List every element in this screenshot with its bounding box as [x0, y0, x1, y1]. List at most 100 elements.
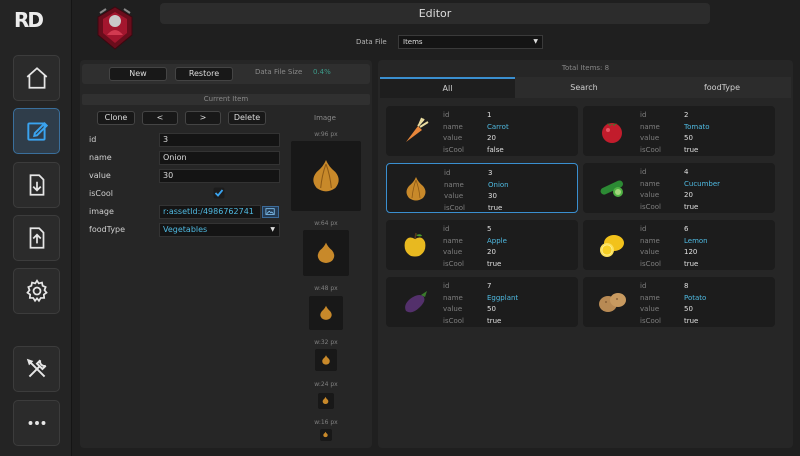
item-card[interactable]: id 6 name Lemon value 120 isCool true — [583, 220, 775, 270]
delete-button[interactable]: Delete — [228, 111, 266, 125]
item-key-value: value — [640, 191, 660, 199]
cucumber-icon — [600, 180, 623, 197]
item-value: 50 — [487, 305, 496, 313]
item-id: 3 — [488, 169, 493, 177]
item-iscool: true — [684, 145, 699, 154]
item-card[interactable]: id 5 name Apple value 20 isCool true — [386, 220, 578, 270]
item-iscool: true — [487, 316, 502, 325]
preview-size-label: w:64 px — [314, 220, 338, 227]
item-id: 2 — [684, 111, 689, 119]
item-card[interactable]: id 2 name Tomato value 50 isCool true — [583, 106, 775, 156]
item-name: Apple — [487, 236, 507, 245]
item-key-value: value — [443, 248, 463, 256]
item-value: 50 — [684, 134, 693, 142]
tab-all[interactable]: All — [380, 77, 515, 98]
onion-icon — [406, 177, 426, 201]
item-key-name: name — [640, 122, 660, 131]
foodtype-label: foodType — [89, 225, 126, 234]
tools-button[interactable] — [13, 346, 60, 392]
item-key-value: value — [640, 134, 660, 142]
item-name: Lemon — [684, 236, 708, 245]
item-iscool: true — [488, 203, 503, 212]
iscool-checkbox[interactable] — [213, 187, 225, 199]
name-field[interactable]: Onion — [159, 151, 280, 165]
image-preview-title: Image — [314, 114, 336, 122]
tools-icon — [26, 358, 46, 378]
editor-button[interactable] — [13, 108, 60, 154]
preview-96 — [291, 141, 361, 211]
item-key-name: name — [443, 236, 463, 245]
value-field[interactable]: 30 — [159, 169, 280, 183]
sidebar: RD — [0, 0, 72, 456]
data-file-size-label: Data File Size — [255, 68, 303, 76]
potato-icon — [599, 293, 626, 312]
item-iscool: true — [487, 259, 502, 268]
item-id: 6 — [684, 225, 689, 233]
id-label: id — [89, 135, 97, 144]
item-id: 8 — [684, 282, 689, 290]
apple-icon — [404, 232, 426, 257]
item-key-name: name — [640, 293, 660, 302]
item-key-isCool: isCool — [443, 259, 464, 268]
settings-button[interactable] — [13, 268, 60, 314]
more-icon — [28, 421, 45, 425]
restore-button[interactable]: Restore — [175, 67, 233, 81]
image-label: image — [89, 207, 114, 216]
value-label: value — [89, 171, 111, 180]
data-file-label: Data File — [356, 38, 387, 46]
item-key-value: value — [444, 192, 464, 200]
name-label: name — [89, 153, 112, 162]
home-button[interactable] — [13, 55, 60, 101]
data-file-value: Items — [403, 38, 423, 46]
item-value: 20 — [487, 248, 496, 256]
eggplant-icon — [405, 291, 427, 313]
item-name: Onion — [488, 180, 509, 189]
item-value: 20 — [487, 134, 496, 142]
item-key-id: id — [640, 282, 647, 290]
next-item-button[interactable]: > — [185, 111, 221, 125]
item-name: Cucumber — [684, 179, 721, 188]
more-button[interactable] — [13, 400, 60, 446]
item-card[interactable]: id 3 name Onion value 30 isCool true — [386, 163, 578, 213]
edit-icon — [26, 122, 48, 141]
item-key-name: name — [443, 122, 463, 131]
onion-icon — [317, 242, 335, 263]
preview-size-label: w:96 px — [314, 131, 338, 138]
previous-item-button[interactable]: < — [142, 111, 178, 125]
image-field[interactable]: r:assetId:/4986762741 — [159, 205, 261, 219]
onion-icon — [322, 355, 330, 365]
export-button[interactable] — [13, 215, 60, 261]
tab-search[interactable]: Search — [515, 77, 653, 98]
item-value: 120 — [684, 248, 698, 256]
preview-48 — [309, 296, 343, 330]
item-value: 20 — [684, 191, 693, 199]
item-id: 7 — [487, 282, 492, 290]
image-picker-button[interactable] — [262, 206, 279, 218]
item-key-id: id — [443, 282, 450, 290]
item-key-id: id — [443, 225, 450, 233]
item-iscool: true — [684, 316, 699, 325]
item-iscool: true — [684, 259, 699, 268]
preview-size-label: w:16 px — [314, 419, 338, 426]
item-key-isCool: isCool — [443, 145, 464, 154]
item-card[interactable]: id 8 name Potato value 50 isCool true — [583, 277, 775, 327]
item-card[interactable]: id 1 name Carrot value 20 isCool false — [386, 106, 578, 156]
item-card[interactable]: id 7 name Eggplant value 50 isCool true — [386, 277, 578, 327]
id-field[interactable]: 3 — [159, 133, 280, 147]
item-value: 30 — [488, 192, 497, 200]
foodtype-select[interactable]: Vegetables ▼ — [159, 223, 280, 237]
item-key-isCool: isCool — [444, 203, 465, 212]
data-file-select[interactable]: Items ▼ — [398, 35, 543, 49]
preview-16 — [320, 429, 332, 441]
new-button[interactable]: New — [109, 67, 167, 81]
list-tabs: All Search foodType — [380, 77, 791, 98]
import-button[interactable] — [13, 162, 60, 208]
clone-button[interactable]: Clone — [97, 111, 135, 125]
item-card[interactable]: id 4 name Cucumber value 20 isCool true — [583, 163, 775, 213]
preview-32 — [315, 349, 337, 371]
item-name: Potato — [684, 293, 707, 302]
item-key-value: value — [443, 305, 463, 313]
gear-icon — [25, 279, 48, 303]
item-key-id: id — [640, 111, 647, 119]
tab-foodtype[interactable]: foodType — [653, 77, 791, 98]
